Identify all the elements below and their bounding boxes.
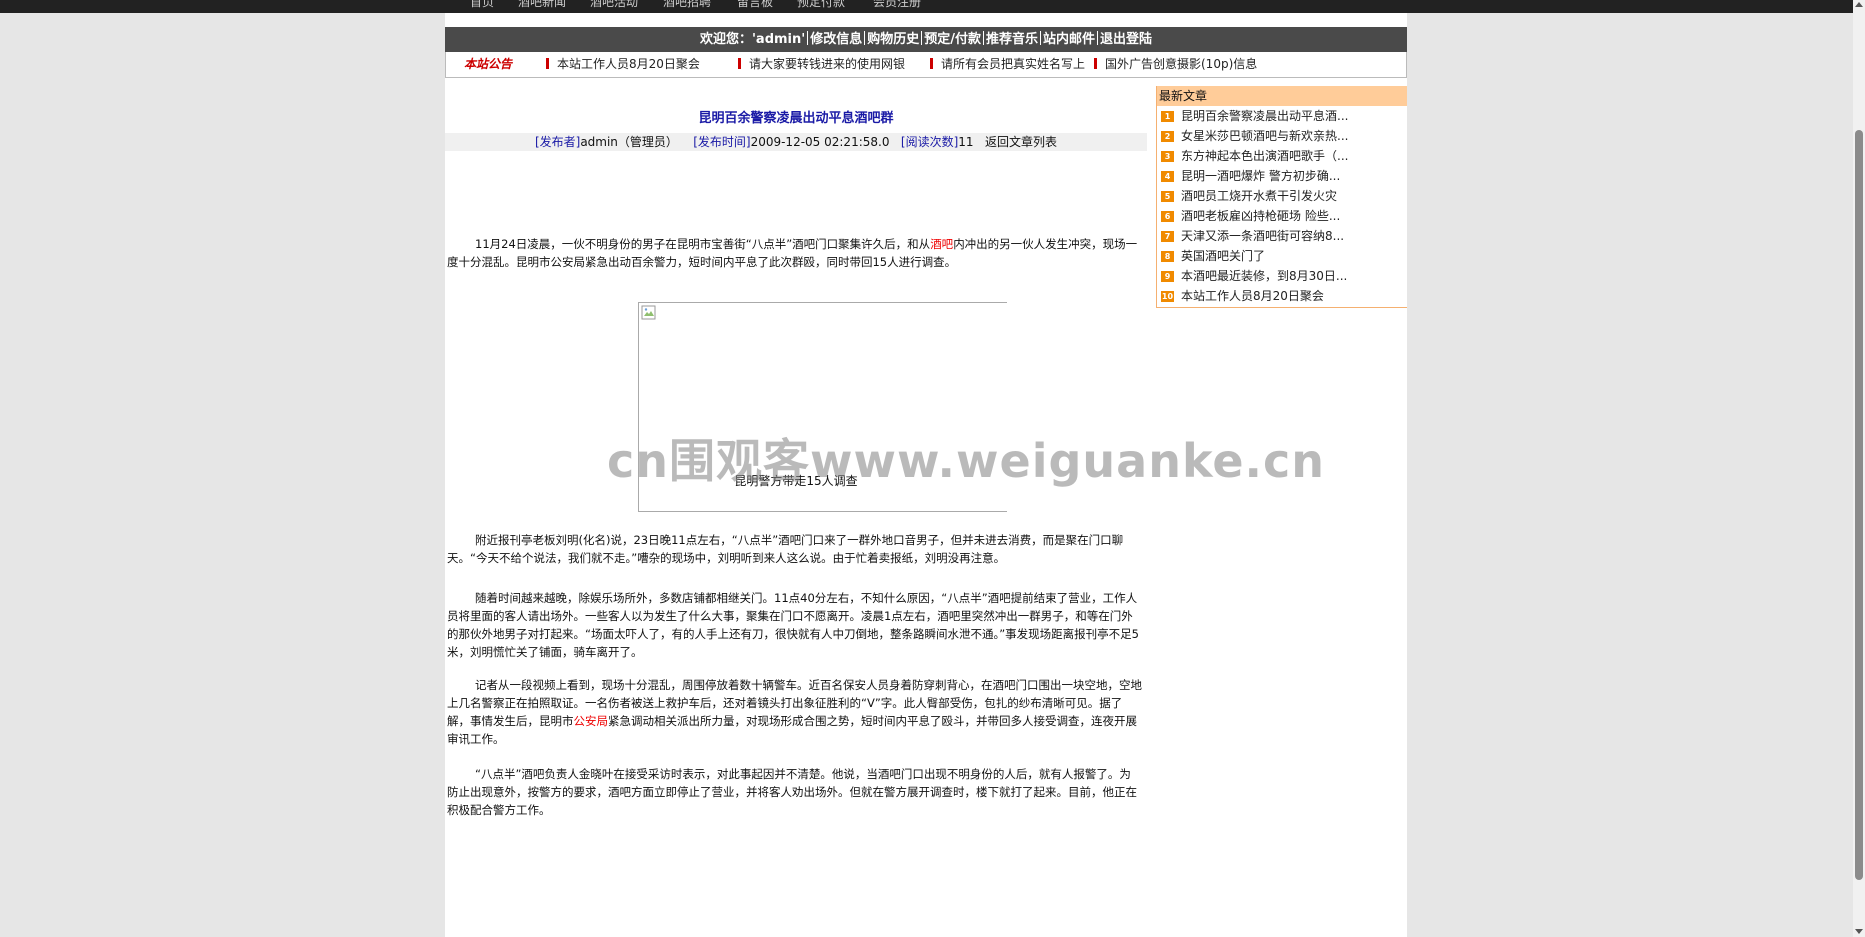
rank-badge: 5 xyxy=(1161,191,1174,202)
separator xyxy=(1040,31,1042,45)
latest-article-item[interactable]: 6 酒吧老板雇凶持枪砸场 险些... xyxy=(1157,206,1407,226)
top-navigation: 首页 酒吧新闻 酒吧活动 酒吧招聘 留言板 预定付款 会员注册 xyxy=(0,0,1853,13)
notice-label: 本站公告 xyxy=(464,57,513,71)
latest-article-title[interactable]: 酒吧老板雇凶持枪砸场 险些... xyxy=(1181,209,1340,223)
purchase-history-link[interactable]: 购物历史 xyxy=(867,32,919,47)
latest-article-title[interactable]: 天津又添一条酒吧街可容纳8... xyxy=(1181,229,1344,243)
notice-item[interactable]: 国外广告创意摄影(10p)信息 xyxy=(1094,52,1257,77)
latest-article-item[interactable]: 7 天津又添一条酒吧街可容纳8... xyxy=(1157,226,1407,246)
time-value: 2009-12-05 02:21:58.0 xyxy=(750,135,890,149)
latest-article-item[interactable]: 10 本站工作人员8月20日聚会 xyxy=(1157,286,1407,306)
latest-article-title[interactable]: 昆明一酒吧爆炸 警方初步确... xyxy=(1181,169,1340,183)
latest-article-item[interactable]: 1 昆明百余警察凌晨出动平息酒... xyxy=(1157,106,1407,126)
article-paragraph: “八点半”酒吧负责人金晓叶在接受采访时表示，对此事起因并不清楚。他说，当酒吧门口… xyxy=(447,767,1137,817)
latest-article-title[interactable]: 酒吧员工烧开水煮干引发火灾 xyxy=(1181,189,1337,203)
nav-item[interactable]: 酒吧活动 xyxy=(590,0,638,10)
notice-item[interactable]: 请所有会员把真实姓名写上 xyxy=(930,52,1085,77)
article-paragraph: 附近报刊亭老板刘明(化名)说，23日晚11点左右，“八点半”酒吧门口来了一群外地… xyxy=(447,533,1124,565)
article-paragraph: 记者从一段视频上看到，现场十分混乱，周围停放着数十辆警车。近百名保安人员身着防穿… xyxy=(447,676,1142,748)
back-to-list-link[interactable]: 返回文章列表 xyxy=(985,135,1057,149)
notice-item[interactable]: 请大家要转钱进来的使用网银 xyxy=(738,52,905,77)
reads-value: 11 xyxy=(958,135,974,149)
latest-articles-sidebar: 最新文章 1 昆明百余警察凌晨出动平息酒... 2 女星米莎巴顿酒吧与新欢亲热...… xyxy=(1156,86,1407,308)
booking-payment-link[interactable]: 预定/付款 xyxy=(924,32,981,47)
recommended-music-link[interactable]: 推荐音乐 xyxy=(986,32,1038,47)
latest-article-title[interactable]: 女星米莎巴顿酒吧与新欢亲热... xyxy=(1181,129,1348,143)
paragraph-text: 11月24日凌晨，一伙不明身份的男子在昆明市宝善街“八点半”酒吧门口聚集许久后，… xyxy=(475,237,931,251)
welcome-bar: 欢迎您：'admin' 修改信息 购物历史 预定/付款 推荐音乐 站内邮件 退出登陆 xyxy=(445,27,1407,52)
keyword-link[interactable]: 酒吧 xyxy=(930,237,953,251)
scroll-up-arrow-icon[interactable] xyxy=(1855,2,1863,7)
separator xyxy=(807,31,809,45)
nav-item[interactable]: 酒吧新闻 xyxy=(518,0,566,10)
logout-link[interactable]: 退出登陆 xyxy=(1100,32,1152,47)
rank-badge: 3 xyxy=(1161,151,1174,162)
publisher-value: admin（管理员） xyxy=(580,135,678,149)
article-paragraph: 随着时间越来越晚，除娱乐场所外，多数店铺都相继关门。11点40分左右，不知什么原… xyxy=(447,591,1139,659)
welcome-greeting: 欢迎您：'admin' xyxy=(699,32,806,47)
latest-article-title[interactable]: 本酒吧最近装修，到8月30日... xyxy=(1181,269,1347,283)
rank-badge: 9 xyxy=(1161,271,1174,282)
site-mail-link[interactable]: 站内邮件 xyxy=(1043,32,1095,47)
nav-item[interactable]: 留言板 xyxy=(737,0,773,10)
vertical-scrollbar[interactable] xyxy=(1853,0,1865,937)
reads-label: [阅读次数] xyxy=(900,135,959,149)
latest-article-item[interactable]: 8 英国酒吧关门了 xyxy=(1157,246,1407,266)
rank-badge: 10 xyxy=(1161,291,1174,302)
article-paragraph: 11月24日凌晨，一伙不明身份的男子在昆明市宝善街“八点半”酒吧门口聚集许久后，… xyxy=(447,235,1142,271)
rank-badge: 6 xyxy=(1161,211,1174,222)
article-title: 昆明百余警察凌晨出动平息酒吧群 xyxy=(698,111,894,126)
nav-item[interactable]: 预定付款 xyxy=(797,0,845,10)
rank-badge: 4 xyxy=(1161,171,1174,182)
rank-badge: 8 xyxy=(1161,251,1174,262)
latest-article-title[interactable]: 英国酒吧关门了 xyxy=(1181,249,1265,263)
latest-article-item[interactable]: 9 本酒吧最近装修，到8月30日... xyxy=(1157,266,1407,286)
site-watermark: cn围观客www.weiguanke.cn xyxy=(607,434,1326,488)
sidebar-title: 最新文章 xyxy=(1157,86,1407,106)
time-label: [发布时间] xyxy=(693,135,751,149)
separator xyxy=(1097,31,1099,45)
latest-article-title[interactable]: 昆明百余警察凌晨出动平息酒... xyxy=(1181,109,1348,123)
separator xyxy=(921,31,923,45)
scrollbar-thumb[interactable] xyxy=(1855,130,1863,880)
nav-item[interactable]: 酒吧招聘 xyxy=(663,0,711,10)
notice-bar: 本站公告 本站工作人员8月20日聚会 请大家要转钱进来的使用网银 请所有会员把真… xyxy=(445,52,1407,78)
latest-article-item[interactable]: 2 女星米莎巴顿酒吧与新欢亲热... xyxy=(1157,126,1407,146)
latest-article-item[interactable]: 3 东方神起本色出演酒吧歌手（... xyxy=(1157,146,1407,166)
rank-badge: 2 xyxy=(1161,131,1174,142)
latest-article-title[interactable]: 本站工作人员8月20日聚会 xyxy=(1181,289,1324,303)
separator xyxy=(983,31,985,45)
notice-item[interactable]: 本站工作人员8月20日聚会 xyxy=(546,52,700,77)
publisher-label: [发布者] xyxy=(534,135,581,149)
nav-item[interactable]: 首页 xyxy=(470,0,494,10)
nav-item[interactable]: 会员注册 xyxy=(873,0,921,10)
rank-badge: 7 xyxy=(1161,231,1174,242)
separator xyxy=(864,31,866,45)
latest-article-title[interactable]: 东方神起本色出演酒吧歌手（... xyxy=(1181,149,1348,163)
latest-article-item[interactable]: 5 酒吧员工烧开水煮干引发火灾 xyxy=(1157,186,1407,206)
scroll-down-arrow-icon[interactable] xyxy=(1855,929,1863,934)
latest-article-item[interactable]: 4 昆明一酒吧爆炸 警方初步确... xyxy=(1157,166,1407,186)
broken-image-icon xyxy=(641,305,656,320)
latest-articles-list: 1 昆明百余警察凌晨出动平息酒... 2 女星米莎巴顿酒吧与新欢亲热... 3 东方神… xyxy=(1157,106,1407,306)
rank-badge: 1 xyxy=(1161,111,1174,122)
article-meta: [发布者]admin（管理员） [发布时间]2009-12-05 02:21:5… xyxy=(445,133,1147,151)
keyword-link[interactable]: 公安局 xyxy=(574,714,609,728)
edit-profile-link[interactable]: 修改信息 xyxy=(810,32,862,47)
